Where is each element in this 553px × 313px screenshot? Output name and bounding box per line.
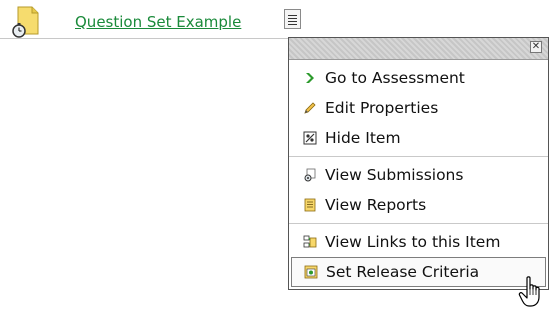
menu-item-label: Hide Item [325,129,401,147]
menu-trigger-button[interactable] [284,9,301,29]
menu-item-go-to-assessment[interactable]: Go to Assessment [289,63,548,93]
submissions-icon [304,168,316,182]
menu-group-navigation: Go to Assessment Edit Properties Hide It… [289,60,548,157]
menu-item-label: Edit Properties [325,99,439,117]
header-divider [0,38,293,39]
menu-item-label: View Submissions [325,166,464,184]
menu-item-set-release-criteria[interactable]: Set Release Criteria [291,257,546,287]
menu-item-view-reports[interactable]: View Reports [289,190,548,220]
hide-icon [303,131,317,145]
menu-item-hide-item[interactable]: Hide Item [289,123,548,153]
release-criteria-icon [304,265,318,279]
hand-cursor-icon [518,276,540,307]
menu-item-label: View Links to this Item [325,233,501,251]
item-title-link[interactable]: Question Set Example [75,13,241,31]
menu-group-views: View Submissions View Reports [289,157,548,224]
menu-item-label: Set Release Criteria [326,263,480,281]
menu-item-label: View Reports [325,196,427,214]
reports-icon [304,198,316,212]
menu-group-links: View Links to this Item Set Release Crit… [289,224,548,290]
close-icon[interactable]: ✕ [530,41,542,53]
assessment-icon [12,6,39,38]
menu-item-edit-properties[interactable]: Edit Properties [289,93,548,123]
menu-item-label: Go to Assessment [325,69,465,87]
pencil-icon [304,102,316,114]
context-menu: ✕ Go to Assessment Edit Properties Hide … [288,37,549,290]
arrow-right-icon [306,73,314,83]
menu-item-view-submissions[interactable]: View Submissions [289,160,548,190]
chevron-down-icon [288,15,297,16]
links-icon [303,235,317,248]
menu-titlebar: ✕ [289,38,548,60]
menu-item-view-links[interactable]: View Links to this Item [289,227,548,257]
